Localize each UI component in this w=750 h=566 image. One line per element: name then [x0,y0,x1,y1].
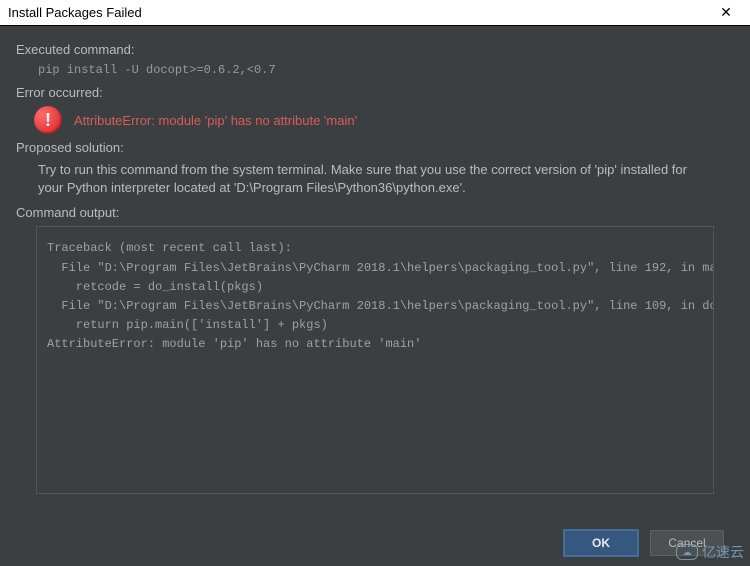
titlebar: Install Packages Failed ✕ [0,0,750,26]
error-icon: ! [34,106,62,134]
dialog-content: Executed command: pip install -U docopt>… [0,26,750,518]
cancel-button[interactable]: Cancel [650,530,724,556]
ok-button[interactable]: OK [564,530,638,556]
command-output-box[interactable]: Traceback (most recent call last): File … [36,226,714,494]
close-button[interactable]: ✕ [706,1,746,25]
button-row: OK Cancel [564,530,724,556]
error-occurred-label: Error occurred: [16,85,734,100]
error-row: ! AttributeError: module 'pip' has no at… [34,106,734,134]
executed-command-text: pip install -U docopt>=0.6.2,<0.7 [38,63,734,77]
executed-command-label: Executed command: [16,42,734,57]
proposed-solution-text: Try to run this command from the system … [38,161,704,197]
command-output-label: Command output: [16,205,734,220]
close-icon: ✕ [720,4,732,21]
error-message: AttributeError: module 'pip' has no attr… [74,113,357,128]
window-title: Install Packages Failed [8,5,142,20]
proposed-solution-label: Proposed solution: [16,140,734,155]
